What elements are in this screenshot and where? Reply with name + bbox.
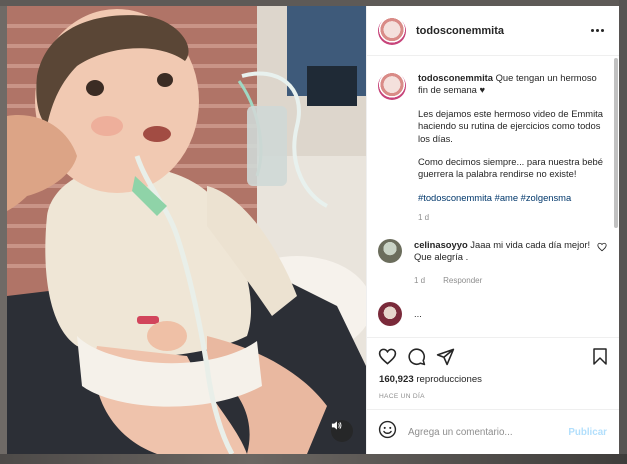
emoji-button[interactable] (378, 420, 397, 444)
views-number: 160,923 (379, 374, 414, 385)
caption: todosconemmita Que tengan un hermoso fin… (378, 72, 607, 225)
sound-toggle-button[interactable] (331, 420, 353, 442)
views-label: reproducciones (416, 374, 482, 385)
caption-body: todosconemmita Que tengan un hermoso fin… (418, 72, 607, 225)
comments-list[interactable]: todosconemmita Que tengan un hermoso fin… (367, 56, 619, 338)
header-username[interactable]: todosconemmita (416, 25, 587, 37)
heart-icon (378, 348, 397, 365)
comment-item-partial: ... (378, 301, 607, 326)
post-video[interactable] (7, 6, 366, 454)
caption-hashtags[interactable]: #todosconemmita #ame #zolgensma (418, 192, 607, 204)
publish-button[interactable]: Publicar (568, 427, 607, 438)
speaker-icon (331, 421, 342, 430)
comment-avatar[interactable] (378, 301, 402, 326)
paper-plane-icon (436, 348, 455, 365)
comment-button[interactable] (407, 347, 426, 366)
reply-button[interactable]: Responder (443, 275, 482, 287)
action-bar (367, 338, 619, 374)
comment-like-button[interactable] (591, 239, 607, 288)
views-count[interactable]: 160,923 reproducciones (367, 374, 619, 388)
smiley-icon (378, 420, 397, 439)
comment-avatar[interactable] (378, 238, 402, 263)
heart-icon (597, 242, 607, 251)
avatar[interactable] (378, 16, 406, 45)
comment-body: celinasoyyo Jaaa mi vida cada día mejor!… (414, 239, 591, 288)
caption-paragraph: Como decimos siempre... para nuestra beb… (418, 156, 603, 180)
caption-age: 1 d (418, 213, 430, 223)
backdrop-bottom (0, 454, 627, 464)
post-timestamp: HACE UN DÍA (379, 393, 425, 400)
more-options-icon[interactable] (587, 29, 607, 32)
share-button[interactable] (436, 347, 455, 366)
video-frame (7, 6, 366, 454)
comment-text: ... (414, 308, 422, 320)
comments-scrollbar[interactable] (614, 58, 618, 228)
comment-username[interactable]: celinasoyyo (414, 239, 468, 250)
backdrop-right (619, 0, 627, 464)
post-modal: todosconemmita todosconemmita Que tengan… (7, 6, 619, 454)
add-comment-bar: Publicar (367, 409, 619, 454)
like-button[interactable] (378, 347, 397, 366)
caption-username[interactable]: todosconemmita (418, 72, 493, 83)
comment-bubble-icon (408, 347, 426, 365)
save-button[interactable] (591, 347, 609, 366)
comment-input[interactable] (408, 426, 569, 438)
post-side-panel: todosconemmita todosconemmita Que tengan… (366, 6, 619, 454)
comment-item: celinasoyyo Jaaa mi vida cada día mejor!… (378, 238, 607, 288)
caption-paragraph: Les dejamos este hermoso video de Emmita… (418, 107, 603, 144)
caption-avatar[interactable] (378, 72, 406, 100)
comment-meta: 1 d Responder (414, 275, 591, 287)
post-header: todosconemmita (367, 6, 619, 56)
comment-age: 1 d (414, 276, 426, 286)
bookmark-icon (593, 347, 607, 365)
